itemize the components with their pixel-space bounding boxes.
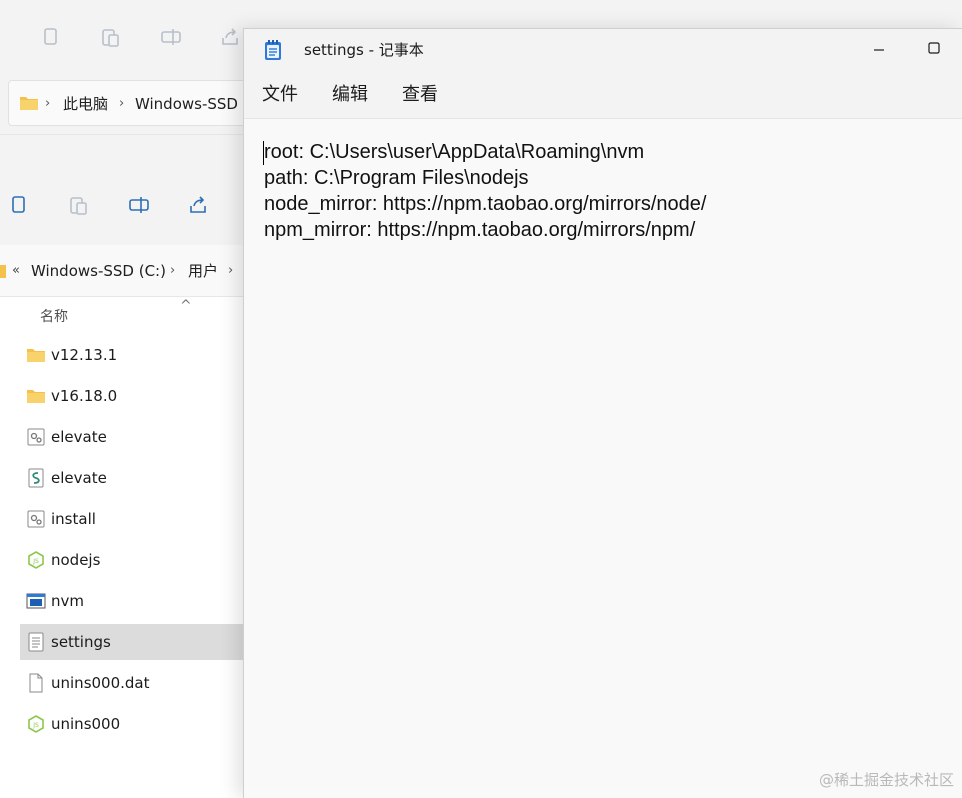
file-name: unins000: [51, 715, 121, 733]
text-file-icon: [26, 632, 46, 652]
exe-icon: [26, 591, 46, 611]
file-name: unins000.dat: [51, 674, 150, 692]
file-row[interactable]: nvm: [20, 583, 245, 619]
copy-icon[interactable]: [8, 194, 30, 216]
notepad-window: settings - 记事本 文件 编辑 查看 root: C:\Users\u…: [243, 28, 962, 798]
cmd-file-icon: [26, 427, 46, 447]
file-row[interactable]: settings: [20, 624, 245, 660]
rename-icon[interactable]: [128, 194, 150, 216]
svg-text:JS: JS: [32, 558, 39, 565]
editor-line: path: C:\Program Files\nodejs: [264, 167, 529, 189]
chevron-right-icon: ›: [119, 96, 125, 111]
breadcrumb-windows-ssd[interactable]: Windows-SSD (: [135, 81, 249, 127]
file-name: install: [51, 510, 96, 528]
folder-icon: [26, 345, 46, 365]
column-header-name[interactable]: 名称: [40, 306, 68, 326]
desktop: › 此电脑 › Windows-SSD ( « Windows-SSD (C:)…: [0, 0, 962, 798]
notepad-app-icon: [264, 39, 282, 61]
file-name: v12.13.1: [51, 346, 118, 364]
file-row[interactable]: v16.18.0: [20, 378, 245, 414]
file-row[interactable]: v12.13.1: [20, 337, 245, 373]
share-icon[interactable]: [220, 26, 242, 48]
file-row[interactable]: install: [20, 501, 245, 537]
copy-icon[interactable]: [40, 26, 62, 48]
svg-text:JS: JS: [32, 722, 39, 729]
notepad-editor[interactable]: root: C:\Users\user\AppData\Roaming\nvm …: [244, 119, 962, 798]
menu-view[interactable]: 查看: [402, 71, 438, 119]
menu-file[interactable]: 文件: [262, 71, 298, 119]
chevron-right-icon: ›: [45, 96, 51, 111]
paste-icon[interactable]: [68, 194, 90, 216]
notepad-menubar: 文件 编辑 查看: [244, 71, 962, 119]
minimize-button[interactable]: [856, 29, 902, 71]
breadcrumb-users[interactable]: 用户: [188, 245, 218, 297]
file-name: elevate: [51, 428, 107, 446]
notepad-titlebar[interactable]: settings - 记事本: [244, 29, 962, 71]
chevron-right-icon: ›: [228, 263, 234, 278]
cmd-file-icon: [26, 509, 46, 529]
file-row[interactable]: JS unins000: [20, 706, 245, 742]
front-address-bar[interactable]: « Windows-SSD (C:) › 用户 ›: [0, 245, 245, 297]
front-explorer-window: « Windows-SSD (C:) › 用户 › ^ 名称 v12.13.1 v…: [0, 134, 245, 798]
file-row[interactable]: JS nodejs: [20, 542, 245, 578]
front-explorer-toolbar: [0, 135, 245, 245]
folder-icon: [26, 386, 46, 406]
file-name: nodejs: [51, 551, 101, 569]
folder-icon: [0, 262, 6, 284]
menu-edit[interactable]: 编辑: [332, 71, 368, 119]
file-list: ^ 名称 v12.13.1 v16.18.0 elevate elevate insta…: [0, 298, 245, 798]
breadcrumb-windows-ssd[interactable]: Windows-SSD (C:): [31, 245, 166, 297]
file-name: elevate: [51, 469, 107, 487]
file-name: settings: [51, 633, 111, 651]
chevron-right-icon: ›: [170, 263, 176, 278]
sort-ascending-icon[interactable]: ^: [180, 298, 192, 314]
maximize-button[interactable]: [911, 29, 957, 71]
rename-icon[interactable]: [160, 26, 182, 48]
folder-icon: [19, 94, 39, 116]
file-row[interactable]: elevate: [20, 460, 245, 496]
script-file-icon: [26, 468, 46, 488]
share-icon[interactable]: [188, 194, 210, 216]
editor-line: npm_mirror: https://npm.taobao.org/mirro…: [264, 219, 696, 241]
breadcrumb-overflow-icon[interactable]: «: [12, 245, 20, 297]
file-name: nvm: [51, 592, 84, 610]
watermark: @稀土掘金技术社区: [818, 771, 954, 789]
paste-icon[interactable]: [100, 26, 122, 48]
editor-line: root: C:\Users\user\AppData\Roaming\nvm: [264, 141, 645, 163]
notepad-title: settings - 记事本: [304, 41, 424, 59]
editor-line: node_mirror: https://npm.taobao.org/mirr…: [264, 193, 707, 215]
file-row[interactable]: unins000.dat: [20, 665, 245, 701]
nodejs-icon: JS: [26, 714, 46, 734]
breadcrumb-this-pc[interactable]: 此电脑: [63, 81, 108, 127]
file-name: v16.18.0: [51, 387, 118, 405]
blank-file-icon: [26, 673, 46, 693]
nodejs-icon: JS: [26, 550, 46, 570]
file-row[interactable]: elevate: [20, 419, 245, 455]
